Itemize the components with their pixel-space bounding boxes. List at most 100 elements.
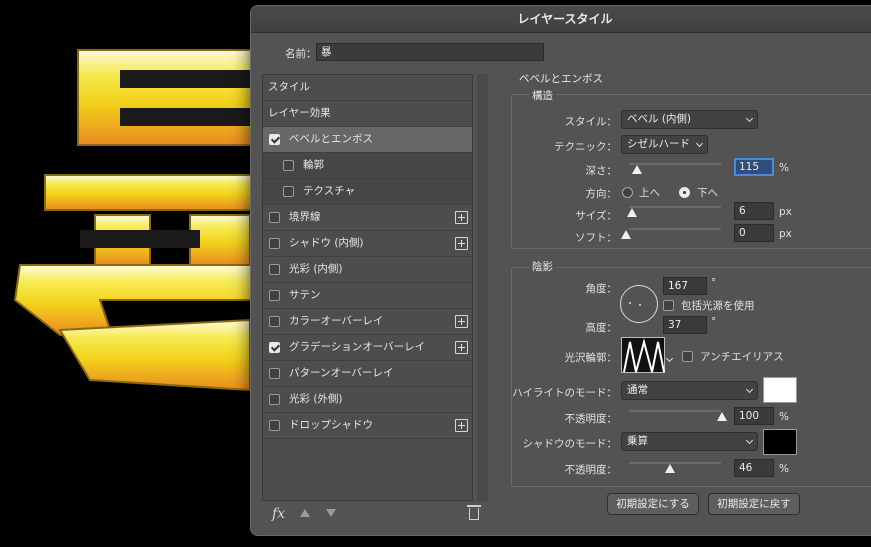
style-list-item[interactable]: グラデーションオーバーレイ <box>263 335 472 361</box>
contour-curve-icon <box>623 338 665 373</box>
name-input[interactable]: 暴 <box>316 43 544 61</box>
shadow-opacity-slider[interactable] <box>629 462 721 464</box>
shadow-opacity-label: 不透明度： <box>564 464 618 476</box>
bevel-style-dropdown[interactable]: ベベル (内側) <box>621 110 758 129</box>
gloss-contour-label: 光沢輪郭： <box>564 352 618 364</box>
style-list-item[interactable]: サテン <box>263 283 472 309</box>
depth-slider-thumb[interactable] <box>632 165 642 174</box>
style-list-item[interactable]: パターンオーバーレイ <box>263 361 472 387</box>
style-checkbox[interactable] <box>269 368 280 379</box>
angle-input[interactable]: 167 <box>663 277 707 295</box>
make-default-button[interactable]: 初期設定にする <box>607 493 699 515</box>
direction-down-radio[interactable] <box>679 187 690 198</box>
angle-unit: ° <box>711 277 717 289</box>
highlight-opacity-thumb[interactable] <box>717 412 727 421</box>
highlight-mode-label: ハイライトのモード： <box>512 387 617 399</box>
style-list-item[interactable]: ベベルとエンボス <box>263 127 472 153</box>
add-effect-icon[interactable] <box>455 237 468 250</box>
antialias-checkbox[interactable] <box>682 351 693 362</box>
depth-label: 深さ： <box>585 165 618 177</box>
style-checkbox[interactable] <box>269 394 280 405</box>
add-effect-icon[interactable] <box>455 419 468 432</box>
shadow-mode-dropdown[interactable]: 乗算 <box>621 432 758 451</box>
shadow-opacity-thumb[interactable] <box>665 464 675 473</box>
size-label: サイズ： <box>575 210 617 222</box>
depth-input[interactable]: 115 <box>734 158 774 176</box>
shading-title: 陰影 <box>529 259 556 274</box>
size-input[interactable]: 6 <box>734 202 774 220</box>
style-list-item[interactable]: テクスチャ <box>263 179 472 205</box>
highlight-opacity-input[interactable]: 100 <box>734 407 774 425</box>
style-list-scrollbar[interactable] <box>477 74 488 501</box>
shadow-opacity-input[interactable]: 46 <box>734 459 774 477</box>
style-checkbox[interactable] <box>269 212 280 223</box>
style-checkbox[interactable] <box>283 160 294 171</box>
altitude-unit: ° <box>711 316 717 328</box>
style-list-item[interactable]: 光彩 (外側) <box>263 387 472 413</box>
style-item-label: 光彩 (外側) <box>289 393 343 405</box>
style-list-item[interactable]: シャドウ (内側) <box>263 231 472 257</box>
dialog-title: レイヤースタイル <box>251 6 871 33</box>
style-list-item[interactable]: レイヤー効果 <box>263 101 472 127</box>
style-list-item[interactable]: カラーオーバーレイ <box>263 309 472 335</box>
style-item-label: テクスチャ <box>303 185 356 197</box>
highlight-mode-dropdown[interactable]: 通常 <box>621 381 758 400</box>
glyph-art <box>13 49 261 392</box>
style-item-label: カラーオーバーレイ <box>289 315 384 327</box>
style-list-item[interactable]: スタイル <box>263 75 472 101</box>
move-down-icon[interactable] <box>326 509 336 517</box>
style-checkbox[interactable] <box>269 316 280 327</box>
add-effect-icon[interactable] <box>455 211 468 224</box>
layer-style-dialog: レイヤースタイル 名前： 暴 スタイル レイヤー効果 ベベルとエンボス 輪郭 テクスチャ… <box>250 5 871 536</box>
structure-title: 構造 <box>529 88 556 103</box>
add-effect-icon[interactable] <box>455 341 468 354</box>
style-checkbox[interactable] <box>283 186 294 197</box>
style-checkbox[interactable] <box>269 134 280 145</box>
technique-dropdown[interactable]: シゼルハード <box>621 135 708 154</box>
depth-slider[interactable] <box>629 163 721 165</box>
size-slider[interactable] <box>629 206 721 208</box>
direction-up-radio[interactable] <box>622 187 633 198</box>
style-list-item[interactable]: 境界線 <box>263 205 472 231</box>
bevel-section-title: ベベルとエンボス <box>519 73 603 85</box>
reset-default-button[interactable]: 初期設定に戻す <box>708 493 800 515</box>
shadow-mode-value: 乗算 <box>627 435 648 447</box>
global-light-checkbox[interactable] <box>663 300 674 311</box>
soften-slider[interactable] <box>629 228 721 230</box>
angle-dial[interactable] <box>620 285 658 323</box>
highlight-opacity-slider[interactable] <box>629 410 721 412</box>
style-checkbox[interactable] <box>269 290 280 301</box>
direction-down-label: 下へ <box>697 187 718 199</box>
highlight-color-swatch[interactable] <box>763 377 797 403</box>
style-item-label: 光彩 (内側) <box>289 263 343 275</box>
shadow-color-swatch[interactable] <box>763 429 797 455</box>
chevron-down-icon <box>745 114 754 123</box>
style-checkbox[interactable] <box>269 342 280 353</box>
highlight-opacity-label: 不透明度： <box>564 413 618 425</box>
soften-input[interactable]: 0 <box>734 224 774 242</box>
soften-slider-thumb[interactable] <box>621 230 631 239</box>
style-item-label: スタイル <box>268 81 310 93</box>
style-list-item[interactable]: ドロップシャドウ <box>263 413 472 439</box>
style-item-label: パターンオーバーレイ <box>289 367 394 379</box>
antialias-label: アンチエイリアス <box>700 351 784 363</box>
shadow-mode-label: シャドウのモード： <box>522 438 618 450</box>
move-up-icon[interactable] <box>300 509 310 517</box>
altitude-input[interactable]: 37 <box>663 316 707 334</box>
style-checkbox[interactable] <box>269 238 280 249</box>
list-toolbar: fx <box>262 503 488 529</box>
global-light-label: 包括光源を使用 <box>681 300 755 312</box>
style-item-label: ドロップシャドウ <box>289 419 373 431</box>
style-checkbox[interactable] <box>269 420 280 431</box>
size-slider-thumb[interactable] <box>627 208 637 217</box>
angle-label: 角度： <box>585 283 618 295</box>
fx-button[interactable]: fx <box>272 506 285 522</box>
style-list-item[interactable]: 光彩 (内側) <box>263 257 472 283</box>
add-effect-icon[interactable] <box>455 315 468 328</box>
style-checkbox[interactable] <box>269 264 280 275</box>
size-unit: px <box>779 206 792 218</box>
gloss-contour-picker[interactable] <box>621 337 665 373</box>
style-list-item[interactable]: 輪郭 <box>263 153 472 179</box>
trash-icon[interactable] <box>467 505 481 520</box>
chevron-down-icon <box>745 385 754 394</box>
